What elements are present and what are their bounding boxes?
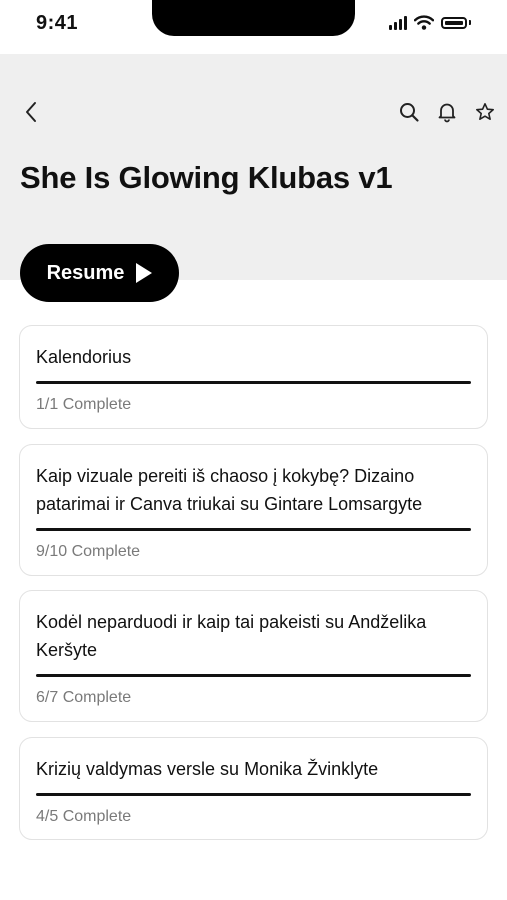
- play-icon: [136, 263, 153, 283]
- progress-bar: [36, 381, 471, 384]
- page-title: She Is Glowing Klubas v1: [20, 160, 393, 195]
- status-time: 9:41: [36, 12, 79, 34]
- resume-button-label: Resume: [46, 261, 125, 284]
- progress-fill: [36, 528, 471, 531]
- status-icons: [389, 15, 471, 30]
- search-button[interactable]: [395, 98, 423, 126]
- course-card[interactable]: Kaip vizuale pereiti iš chaoso į kokybę?…: [19, 444, 488, 576]
- battery-tip: [469, 20, 471, 25]
- star-icon: [476, 103, 494, 120]
- notifications-button[interactable]: [433, 98, 461, 126]
- course-title: Kaip vizuale pereiti iš chaoso į kokybę?…: [36, 466, 423, 514]
- wifi-icon: [414, 15, 434, 30]
- chevron-left-icon: [26, 102, 36, 122]
- progress-fill: [36, 674, 471, 677]
- progress-bar: [36, 528, 471, 531]
- progress-bar: [36, 793, 471, 796]
- course-status: 6/7 Complete: [36, 689, 132, 706]
- favorite-button[interactable]: [471, 98, 499, 126]
- battery-icon: [441, 16, 467, 29]
- course-card[interactable]: Krizių valdymas versle su Monika Žvinkly…: [19, 737, 488, 840]
- search-icon: [400, 103, 419, 122]
- course-status: 9/10 Complete: [36, 543, 141, 560]
- course-status: 4/5 Complete: [36, 808, 132, 825]
- progress-fill: [36, 793, 471, 796]
- progress-bar: [36, 674, 471, 677]
- course-title: Kalendorius: [36, 347, 132, 367]
- back-button[interactable]: [18, 98, 46, 126]
- course-status: 1/1 Complete: [36, 396, 132, 413]
- course-title: Krizių valdymas versle su Monika Žvinkly…: [36, 759, 379, 779]
- signal-icon: [389, 15, 407, 30]
- resume-button[interactable]: Resume: [20, 244, 179, 302]
- device-notch: [152, 0, 355, 36]
- course-card[interactable]: Kodėl neparduodi ir kaip tai pakeisti su…: [19, 590, 488, 722]
- status-bar: 9:41: [0, 0, 507, 54]
- bell-icon: [438, 103, 456, 123]
- progress-fill: [36, 381, 471, 384]
- course-card[interactable]: Kalendorius 1/1 Complete: [19, 325, 488, 429]
- header-actions: [395, 98, 499, 126]
- course-title: Kodėl neparduodi ir kaip tai pakeisti su…: [36, 612, 427, 660]
